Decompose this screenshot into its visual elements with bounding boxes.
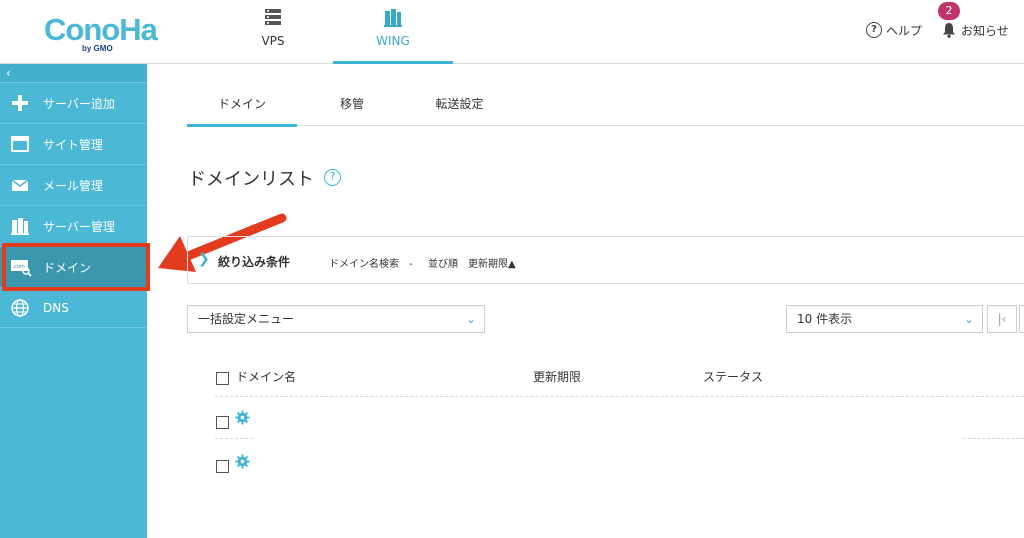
pagination-prev-button[interactable]	[1019, 305, 1024, 333]
column-header-expiry[interactable]: 更新期限	[533, 368, 581, 385]
filter-panel[interactable]: ❯ 絞り込み条件 ドメイン名検索 - 並び順 更新期限▲	[187, 236, 1024, 284]
tab-domain[interactable]: ドメイン	[187, 90, 297, 127]
logo-sub: by GMO	[82, 44, 113, 53]
tab-forwarding[interactable]: 転送設定	[417, 90, 502, 126]
sidebar-item-label: メール管理	[43, 178, 104, 193]
sidebar-item-label: サイト管理	[43, 137, 104, 152]
annotation-highlight-box	[2, 243, 150, 291]
sidebar-item-server-manage[interactable]: サーバー管理	[0, 205, 147, 246]
help-question-icon[interactable]: ?	[324, 169, 341, 186]
sidebar-collapse-button[interactable]: ‹	[0, 64, 147, 82]
column-header-status[interactable]: ステータス	[703, 368, 763, 385]
chevron-down-icon: ⌄	[963, 312, 974, 326]
row-checkbox[interactable]	[216, 416, 229, 429]
wing-icon	[383, 8, 403, 32]
filter-title: 絞り込み条件	[218, 255, 291, 269]
sidebar-item-label: DNS	[43, 300, 69, 315]
mail-icon	[10, 175, 30, 195]
tab-wing-label: WING	[376, 34, 410, 48]
bulk-settings-value: 一括設定メニュー	[198, 312, 295, 326]
server-icon	[264, 8, 282, 30]
question-icon: ?	[866, 22, 882, 38]
top-header: ConoHa by GMO VPS WING ? ヘルプ 2 お知らせ	[0, 0, 1024, 64]
tab-vps[interactable]: VPS	[213, 0, 333, 64]
row-divider	[963, 438, 1024, 439]
sidebar-item-dns[interactable]: DNS	[0, 287, 147, 328]
page-title: ドメインリスト	[188, 169, 314, 190]
tab-wing[interactable]: WING	[333, 0, 453, 64]
sub-tabs: ドメイン 移管 転送設定	[187, 90, 1024, 127]
help-link[interactable]: ? ヘルプ	[866, 21, 922, 39]
row-checkbox[interactable]	[216, 460, 229, 473]
gear-icon[interactable]	[235, 454, 250, 469]
filter-search-summary: ドメイン名検索 -	[329, 259, 413, 270]
notice-link[interactable]: お知らせ	[942, 21, 1009, 39]
notice-count-badge: 2	[938, 2, 960, 20]
chevron-down-icon: ⌄	[465, 312, 476, 326]
chevron-right-icon: ❯	[198, 251, 210, 267]
sidebar-item-mail-manage[interactable]: メール管理	[0, 164, 147, 205]
pagination-first-button[interactable]: |‹	[987, 305, 1017, 333]
select-all-checkbox[interactable]	[216, 372, 229, 385]
sidebar-item-label: サーバー追加	[43, 96, 115, 111]
row-divider	[215, 396, 1024, 397]
help-label: ヘルプ	[886, 23, 923, 38]
sidebar-item-label: サーバー管理	[43, 219, 115, 234]
bell-icon	[943, 23, 955, 38]
tab-transfer[interactable]: 移管	[307, 90, 397, 126]
conoha-logo[interactable]: ConoHa by GMO	[42, 9, 170, 53]
globe-icon	[10, 298, 30, 318]
plus-icon	[10, 93, 30, 113]
sidebar-item-server-add[interactable]: サーバー追加	[0, 82, 147, 123]
notice-label: お知らせ	[961, 23, 1009, 38]
gear-icon[interactable]	[235, 410, 250, 425]
tab-vps-label: VPS	[261, 34, 285, 48]
server-manage-icon	[10, 216, 30, 236]
window-icon	[10, 134, 30, 154]
row-divider	[215, 438, 253, 439]
page-size-select[interactable]: 10 件表示 ⌄	[786, 305, 983, 333]
sidebar: ‹ サーバー追加 サイト管理 メール管理 サーバー管理 .com ドメイン DN…	[0, 64, 147, 538]
column-header-domain[interactable]: ドメイン名	[236, 368, 296, 385]
filter-sort-summary: 並び順 更新期限▲	[428, 259, 516, 270]
sidebar-item-site-manage[interactable]: サイト管理	[0, 123, 147, 164]
page-size-value: 10 件表示	[797, 312, 853, 326]
logo-text: ConoHa	[44, 12, 159, 47]
bulk-settings-select[interactable]: 一括設定メニュー ⌄	[187, 305, 485, 333]
